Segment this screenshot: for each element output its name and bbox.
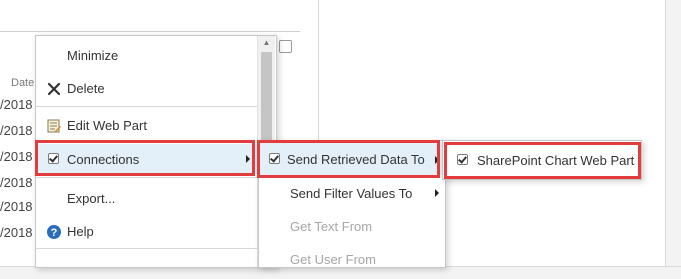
callout-send-retrieved-data <box>257 140 440 178</box>
menu-separator <box>36 106 257 107</box>
menu-item-get-text-from: Get Text From <box>259 214 443 240</box>
date-column-header: Date <box>11 77 35 89</box>
close-icon <box>46 81 62 97</box>
svg-text:?: ? <box>51 227 58 239</box>
scroll-up-icon[interactable]: ▲ <box>258 36 275 50</box>
menu-separator <box>36 177 257 178</box>
date-cell: /2018 <box>0 123 33 138</box>
callout-sharepoint-chart <box>444 142 641 179</box>
menu-item-label: Export... <box>67 191 116 206</box>
menu-item-label: Send Filter Values To <box>290 186 413 201</box>
menu-item-label: Help <box>67 224 94 239</box>
select-webpart-checkbox[interactable] <box>279 40 292 53</box>
menu-item-export[interactable]: Export... <box>36 186 257 212</box>
menu-item-send-filter-values-to[interactable]: Send Filter Values To <box>259 181 443 207</box>
menu-item-label: Get Text From <box>290 219 373 234</box>
menu-item-edit-web-part[interactable]: Edit Web Part <box>36 113 257 139</box>
date-cell: /2018 <box>0 149 33 164</box>
callout-connections <box>35 140 255 176</box>
menu-item-label: Minimize <box>67 48 119 63</box>
menu-item-delete[interactable]: Delete <box>36 76 257 102</box>
help-icon: ? <box>46 224 62 240</box>
menu-item-label: Edit Web Part <box>67 118 147 133</box>
menu-item-get-user-from: Get User From <box>259 247 443 273</box>
menu-item-help[interactable]: ? Help <box>36 219 257 245</box>
menu-item-minimize[interactable]: Minimize <box>36 43 257 69</box>
menu-separator <box>36 248 257 249</box>
webpart-top-border <box>0 31 300 32</box>
screenshot-canvas: Date /2018 /2018 /2018 /2018 /2018 /2018… <box>0 0 681 279</box>
chevron-right-icon <box>435 189 439 197</box>
edit-icon <box>46 118 62 134</box>
date-cell: /2018 <box>0 175 33 190</box>
window-frame-right <box>665 0 681 278</box>
date-cell: /2018 <box>0 97 33 112</box>
date-cell: /2018 <box>0 199 33 214</box>
date-cell: /2018 <box>0 225 33 240</box>
menu-item-label: Get User From <box>290 252 376 267</box>
menu-item-label: Delete <box>67 81 105 96</box>
